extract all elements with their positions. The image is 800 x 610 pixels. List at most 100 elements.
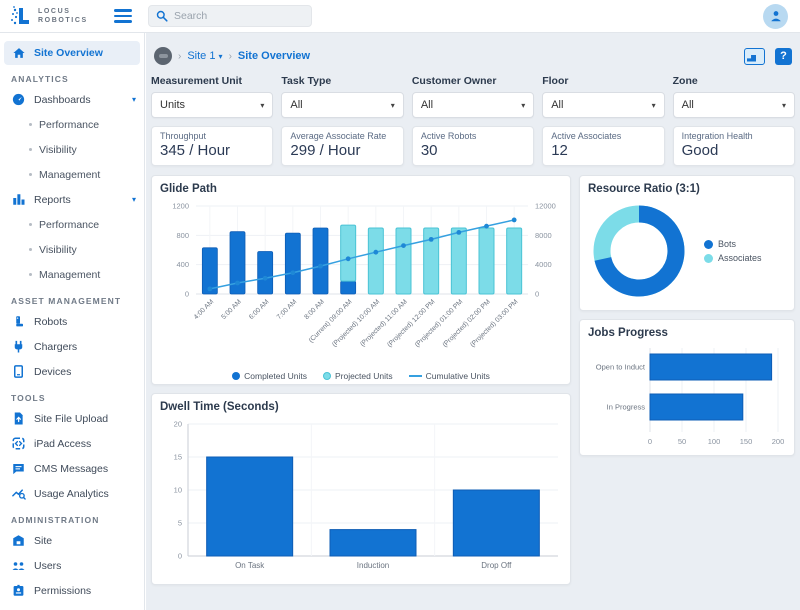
help-icon[interactable]: ? bbox=[775, 48, 792, 65]
breadcrumb-site-dropdown[interactable]: Site 1 ▾ bbox=[187, 50, 222, 62]
legend-label: Cumulative Units bbox=[426, 371, 490, 381]
dwell-bar bbox=[207, 457, 293, 556]
legend-dot-swatch bbox=[704, 240, 713, 249]
cumulative-point bbox=[263, 276, 268, 281]
x-axis-tick: 150 bbox=[740, 437, 753, 446]
legend-dot-swatch bbox=[323, 372, 331, 380]
y-axis-tick: 20 bbox=[174, 420, 182, 429]
filter-value: All bbox=[421, 99, 433, 111]
search-box[interactable] bbox=[148, 5, 312, 27]
sidebar-item-robots[interactable]: Robots bbox=[0, 309, 144, 334]
sidebar-item-label: Site File Upload bbox=[34, 413, 108, 425]
bullet-icon bbox=[29, 248, 32, 251]
kpi-value: 299 / Hour bbox=[290, 142, 394, 159]
menu-toggle-icon[interactable] bbox=[114, 9, 132, 23]
nav-section-title: ADMINISTRATION bbox=[11, 515, 144, 525]
glide-path-title: Glide Path bbox=[160, 183, 562, 198]
sidebar-item-site-file-upload[interactable]: Site File Upload bbox=[0, 406, 144, 431]
filter-task-type: Task TypeAll▾ bbox=[281, 75, 403, 118]
sidebar-item-ipad-access[interactable]: iPad Access bbox=[0, 431, 144, 456]
file-upload-icon bbox=[11, 411, 26, 426]
sidebar-item-permissions[interactable]: Permissions bbox=[0, 578, 144, 603]
filter-select-task-type[interactable]: All▾ bbox=[281, 92, 403, 118]
legend-item-bots[interactable]: Bots bbox=[704, 239, 762, 249]
sidebar-item-users[interactable]: Users bbox=[0, 553, 144, 578]
kpi-value: Good bbox=[682, 142, 786, 159]
top-bar: LOCUS ROBOTICS bbox=[0, 0, 800, 33]
user-avatar[interactable] bbox=[763, 4, 788, 29]
sidebar-subitem-dashboards-management[interactable]: Management bbox=[0, 162, 144, 187]
cumulative-point bbox=[346, 256, 351, 261]
resource-ratio-card: Resource Ratio (3:1) Bots Associates bbox=[579, 175, 795, 311]
robot-icon bbox=[11, 314, 26, 329]
sidebar-item-usage-analytics[interactable]: Usage Analytics bbox=[0, 481, 144, 506]
sidebar-subitem-dashboards-visibility[interactable]: Visibility bbox=[0, 137, 144, 162]
chevron-down-icon: ▾ bbox=[521, 101, 525, 110]
filter-label: Zone bbox=[673, 75, 795, 89]
nav-section-title: ANALYTICS bbox=[11, 74, 144, 84]
sidebar-item-reports[interactable]: Reports▾ bbox=[0, 187, 144, 212]
sidebar-subitem-reports-management[interactable]: Management bbox=[0, 262, 144, 287]
sidebar-item-label: Site bbox=[34, 535, 52, 547]
filter-measurement-unit: Measurement UnitUnits▾ bbox=[151, 75, 273, 118]
filter-value: Units bbox=[160, 99, 185, 111]
legend-item-completed-units[interactable]: Completed Units bbox=[232, 371, 307, 381]
sidebar-subitem-dashboards-performance[interactable]: Performance bbox=[0, 112, 144, 137]
sidebar-item-devices[interactable]: Devices bbox=[0, 359, 144, 384]
jobs-bar bbox=[650, 394, 743, 420]
kpi-card-integration-health: Integration HealthGood bbox=[673, 126, 795, 166]
jobs-progress-title: Jobs Progress bbox=[588, 327, 786, 342]
kpi-card-active-robots: Active Robots30 bbox=[412, 126, 534, 166]
main-content: › Site 1 ▾ › Site Overview ? Measurement… bbox=[146, 33, 800, 610]
filter-select-customer-owner[interactable]: All ▾ bbox=[412, 92, 534, 118]
site-badge-icon[interactable] bbox=[154, 47, 172, 65]
jobs-bar bbox=[650, 354, 772, 380]
x-axis-label: (Projected) 01:00 PM bbox=[414, 298, 465, 349]
resource-ratio-title: Resource Ratio (3:1) bbox=[588, 183, 786, 198]
glide-path-legend: Completed Units Projected Units Cumulative… bbox=[160, 368, 562, 384]
legend-line-swatch bbox=[409, 375, 422, 377]
filter-select-zone[interactable]: All▾ bbox=[673, 92, 795, 118]
bullet-icon bbox=[29, 173, 32, 176]
y-axis-tick: 0 bbox=[178, 552, 182, 561]
cumulative-point bbox=[484, 224, 489, 229]
legend-item-projected-units[interactable]: Projected Units bbox=[323, 371, 393, 381]
chevron-down-icon: ▾ bbox=[132, 195, 136, 204]
sidebar-item-label: Users bbox=[34, 560, 61, 572]
completed-bar bbox=[341, 281, 356, 294]
sidebar-item-label: Site Overview bbox=[34, 47, 103, 59]
sidebar-item-site[interactable]: Site bbox=[0, 528, 144, 553]
filter-select-floor[interactable]: All▾ bbox=[542, 92, 664, 118]
sidebar-item-chargers[interactable]: Chargers bbox=[0, 334, 144, 359]
search-input[interactable] bbox=[174, 10, 294, 22]
right-axis-tick: 12000 bbox=[535, 202, 556, 211]
analytics-icon bbox=[11, 486, 26, 501]
dwell-time-card: Dwell Time (Seconds) 05101520On TaskIndu… bbox=[151, 393, 571, 585]
sidebar-item-label: CMS Messages bbox=[34, 463, 108, 475]
sidebar-item-site-overview[interactable]: Site Overview bbox=[4, 41, 140, 65]
sidebar-item-label: Robots bbox=[34, 316, 67, 328]
bullet-icon bbox=[29, 273, 32, 276]
dwell-time-title: Dwell Time (Seconds) bbox=[160, 401, 562, 416]
cumulative-point bbox=[235, 281, 240, 286]
legend-item-associates[interactable]: Associates bbox=[704, 253, 762, 263]
sidebar-subitem-label: Performance bbox=[39, 119, 99, 131]
legend-dot-swatch bbox=[704, 254, 713, 263]
chevron-down-icon: ▾ bbox=[260, 101, 264, 110]
legend-item-cumulative-units[interactable]: Cumulative Units bbox=[409, 371, 490, 381]
projected-bar bbox=[368, 228, 383, 294]
filter-select-measurement-unit[interactable]: Units ▾ bbox=[151, 92, 273, 118]
sidebar-subitem-label: Visibility bbox=[39, 144, 77, 156]
sidebar-subitem-reports-visibility[interactable]: Visibility bbox=[0, 237, 144, 262]
legend-label: Bots bbox=[718, 239, 736, 249]
sidebar-item-label: Devices bbox=[34, 366, 71, 378]
sidebar-item-dashboards[interactable]: Dashboards▾ bbox=[0, 87, 144, 112]
search-icon bbox=[156, 10, 168, 22]
cast-screen-icon[interactable] bbox=[744, 48, 765, 65]
sidebar-subitem-label: Performance bbox=[39, 219, 99, 231]
brand-text: LOCUS ROBOTICS bbox=[38, 7, 88, 26]
sidebar-item-cms-messages[interactable]: CMS Messages bbox=[0, 456, 144, 481]
sidebar-subitem-reports-performance[interactable]: Performance bbox=[0, 212, 144, 237]
projected-bar bbox=[507, 228, 522, 294]
nav-section-title: ASSET MANAGEMENT bbox=[11, 296, 144, 306]
